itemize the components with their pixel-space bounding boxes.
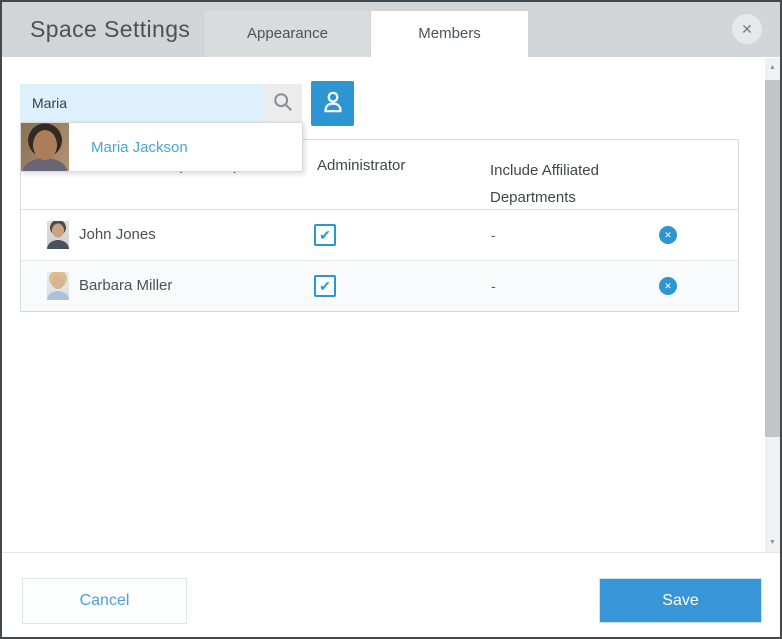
space-settings-dialog: Space Settings Appearance Members ✕ User… [0, 0, 782, 639]
dialog-title: Space Settings [30, 2, 190, 57]
search-button[interactable] [263, 84, 302, 122]
include-affiliated-value: - [491, 210, 496, 260]
suggestion-item[interactable]: Maria Jackson [21, 123, 302, 171]
dialog-footer: Cancel Save [2, 552, 780, 637]
close-icon[interactable]: ✕ [732, 14, 762, 44]
avatar [21, 123, 69, 171]
suggestion-name: Maria Jackson [91, 139, 188, 156]
table-row: John Jones ✔ - ✕ [21, 210, 738, 260]
scroll-down-icon[interactable]: ▼ [765, 533, 780, 553]
scrollbar-thumb[interactable] [765, 80, 780, 437]
column-header-include-affiliated: Include Affiliated Departments [490, 157, 625, 211]
cancel-button[interactable]: Cancel [22, 578, 187, 624]
avatar [47, 221, 69, 249]
scroll-up-icon[interactable]: ▲ [765, 58, 780, 78]
include-affiliated-value: - [491, 261, 496, 311]
add-person-icon [320, 89, 346, 118]
administrator-checkbox[interactable]: ✔ [314, 224, 336, 246]
add-member-button[interactable] [311, 81, 354, 126]
save-button[interactable]: Save [599, 578, 762, 623]
search-suggestion-dropdown: Maria Jackson [20, 122, 303, 172]
member-name: Barbara Miller [79, 261, 172, 311]
remove-member-icon[interactable]: ✕ [659, 277, 677, 295]
member-search-input[interactable] [20, 84, 263, 122]
table-row: Barbara Miller ✔ - ✕ [21, 260, 738, 311]
column-header-administrator: Administrator [317, 157, 405, 174]
tab-appearance[interactable]: Appearance [205, 11, 370, 57]
search-icon [272, 91, 294, 116]
dialog-header: Space Settings Appearance Members ✕ [2, 2, 780, 57]
tab-members[interactable]: Members [371, 11, 528, 57]
avatar [47, 272, 69, 300]
member-name: John Jones [79, 210, 156, 260]
vertical-scrollbar[interactable]: ▲ ▼ [765, 58, 780, 553]
remove-member-icon[interactable]: ✕ [659, 226, 677, 244]
administrator-checkbox[interactable]: ✔ [314, 275, 336, 297]
